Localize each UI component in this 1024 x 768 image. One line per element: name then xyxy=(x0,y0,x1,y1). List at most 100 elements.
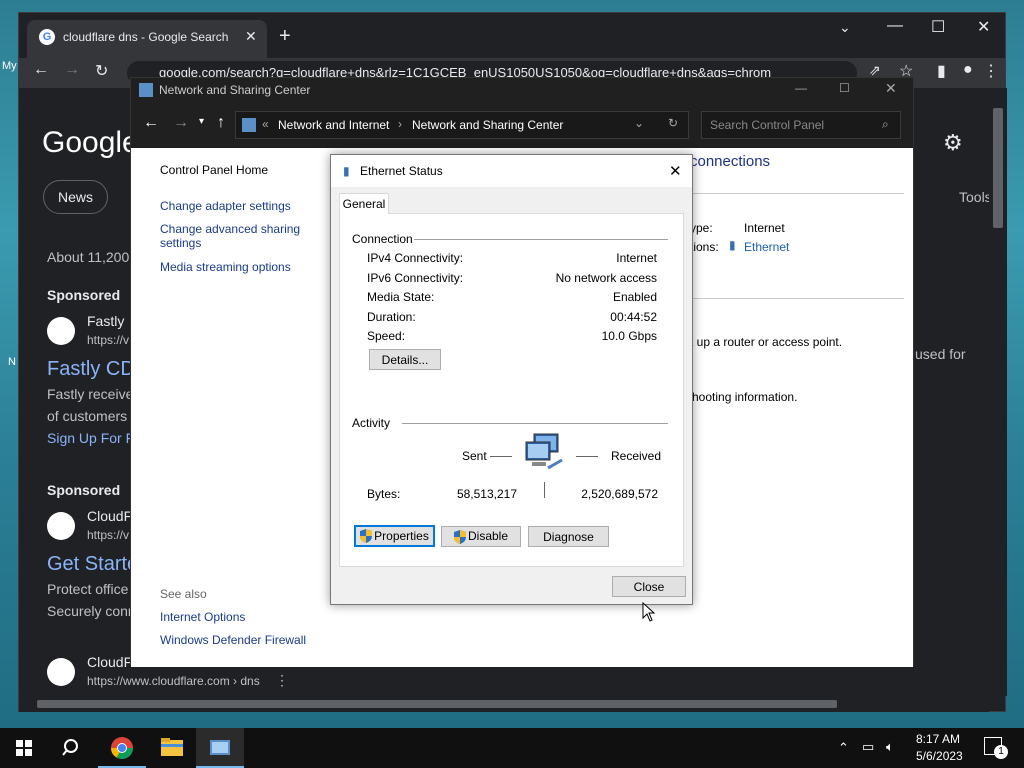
change-sharing-link[interactable]: Change advanced sharing settings xyxy=(160,222,320,250)
profile-icon[interactable]: ● xyxy=(963,61,973,79)
bytes-sent-value: 58,513,217 xyxy=(456,487,517,501)
activity-header: Activity xyxy=(352,416,391,430)
horizontal-scrollbar[interactable] xyxy=(19,696,989,712)
maximize-icon[interactable]: ☐ xyxy=(839,81,850,95)
minimize-icon[interactable]: — xyxy=(887,17,903,35)
internet-options-link[interactable]: Internet Options xyxy=(160,610,245,624)
file-explorer-icon[interactable] xyxy=(148,728,196,768)
clock-date[interactable]: 5/6/2023 xyxy=(916,749,963,763)
address-dropdown-icon[interactable]: ⌄ xyxy=(634,116,644,130)
close-icon[interactable]: ✕ xyxy=(885,80,897,97)
breadcrumb-overflow-icon[interactable]: « xyxy=(262,117,269,131)
back-icon[interactable]: ← xyxy=(143,114,159,132)
recent-locations-icon[interactable]: ▾ xyxy=(199,116,204,127)
clock-time[interactable]: 8:17 AM xyxy=(916,732,960,746)
change-adapter-link[interactable]: Change adapter settings xyxy=(160,199,291,213)
cp-search-box[interactable]: Search Control Panel ⌕ xyxy=(701,111,901,139)
details-button[interactable]: Details... xyxy=(369,349,441,370)
settings-gear-icon[interactable]: ⚙ xyxy=(943,130,963,156)
ethernet-icon: ▮ xyxy=(729,238,736,252)
tab-close-icon[interactable]: ✕ xyxy=(245,28,257,45)
ad-description: Fastly receive xyxy=(47,386,134,402)
vertical-scrollbar[interactable] xyxy=(989,88,1007,696)
new-tab-icon[interactable]: + xyxy=(279,25,291,48)
result-url[interactable]: https://www.cloudflare.com › dns xyxy=(87,674,260,688)
chip-news[interactable]: News xyxy=(43,180,109,214)
notification-badge: 1 xyxy=(994,745,1008,759)
ethernet-link[interactable]: Ethernet xyxy=(744,240,789,254)
disable-button[interactable]: Disable xyxy=(441,526,521,547)
sent-label: Sent xyxy=(462,449,487,463)
ad-url[interactable]: https://v xyxy=(87,528,129,542)
row-value: Enabled xyxy=(612,290,657,304)
connection-header: Connection xyxy=(352,232,413,246)
properties-button[interactable]: Properties xyxy=(354,525,435,547)
ad-title-link[interactable]: Fastly CD xyxy=(47,358,135,381)
minimize-icon[interactable]: — xyxy=(795,81,807,95)
cp-heading: connections xyxy=(690,153,771,170)
connections-label: tions: xyxy=(690,240,719,254)
setup-router-text[interactable]: t up a router or access point. xyxy=(690,335,842,349)
cp-address-bar[interactable]: « Network and Internet › Network and Sha… xyxy=(235,111,689,139)
cp-nav-bar: ← → ▾ ↑ « Network and Internet › Network… xyxy=(131,102,913,148)
breadcrumb-item[interactable]: Network and Sharing Center xyxy=(412,118,563,132)
menu-icon[interactable]: ⋮ xyxy=(983,61,999,81)
ethernet-status-dialog: ▮ Ethernet Status ✕ Connection IPv4 Conn… xyxy=(330,154,693,605)
row-label: Media State: xyxy=(367,290,435,304)
see-also-label: See also xyxy=(160,587,207,601)
disable-label: Disable xyxy=(467,529,509,544)
dialog-title: Ethernet Status xyxy=(360,164,443,178)
maximize-icon[interactable]: ☐ xyxy=(931,17,945,37)
show-hidden-icons-icon[interactable]: ⌃ xyxy=(838,740,849,756)
desktop-icon-label[interactable]: N xyxy=(8,356,16,368)
uac-shield-icon xyxy=(453,529,466,544)
search-placeholder: Search Control Panel xyxy=(710,118,825,132)
row-label: IPv4 Connectivity: xyxy=(367,251,464,265)
volume-icon[interactable]: 🔈︎ xyxy=(886,739,894,755)
up-icon[interactable]: ↑ xyxy=(217,114,225,132)
breadcrumb-item[interactable]: Network and Internet xyxy=(278,118,389,132)
ad-sitelink[interactable]: Sign Up For F xyxy=(47,430,134,446)
media-streaming-link[interactable]: Media streaming options xyxy=(160,260,291,274)
tab-search-icon[interactable]: ⌄ xyxy=(839,19,851,36)
side-panel-icon[interactable]: ▮ xyxy=(937,61,946,81)
forward-icon[interactable]: → xyxy=(64,61,80,79)
back-icon[interactable]: ← xyxy=(33,61,49,79)
refresh-icon[interactable]: ↻ xyxy=(668,116,678,130)
network-icon[interactable]: ▭ xyxy=(862,739,874,755)
firewall-link[interactable]: Windows Defender Firewall xyxy=(160,633,306,647)
forward-icon[interactable]: → xyxy=(173,114,189,132)
row-value: Internet xyxy=(616,251,657,265)
row-label: IPv6 Connectivity: xyxy=(367,271,464,285)
windows-logo-icon xyxy=(16,740,32,756)
chrome-taskbar-icon[interactable] xyxy=(98,728,146,768)
cp-title-bar: Network and Sharing Center — ☐ ✕ xyxy=(131,78,913,102)
sponsored-label: Sponsored xyxy=(47,482,121,498)
close-window-icon[interactable]: ✕ xyxy=(977,17,990,37)
control-panel-taskbar-icon[interactable] xyxy=(196,728,244,768)
ad-site-name: Fastly xyxy=(87,313,125,329)
more-options-icon[interactable]: ⋮ xyxy=(275,672,289,689)
results-count: About 11,200, xyxy=(47,249,134,265)
bytes-label: Bytes: xyxy=(367,487,401,501)
ad-description: of customers xyxy=(47,408,128,424)
browser-tab[interactable]: G cloudflare dns - Google Search ✕ xyxy=(27,20,267,58)
start-button[interactable] xyxy=(0,728,48,768)
close-icon[interactable]: ✕ xyxy=(669,162,682,180)
ad-title-link[interactable]: Get Starte xyxy=(47,553,138,576)
tab-title: cloudflare dns - Google Search xyxy=(63,30,229,44)
troubleshoot-text[interactable]: hooting information. xyxy=(692,390,797,404)
ad-url[interactable]: https://v xyxy=(87,333,129,347)
tools-button[interactable]: Tools xyxy=(959,189,989,205)
google-logo[interactable]: Google xyxy=(42,126,139,160)
cp-home-link[interactable]: Control Panel Home xyxy=(160,163,268,177)
search-icon[interactable] xyxy=(48,728,96,768)
diagnose-button[interactable]: Diagnose xyxy=(528,526,609,547)
access-type-value: Internet xyxy=(744,221,785,235)
tab-strip: G cloudflare dns - Google Search ✕ + ⌄ —… xyxy=(19,13,1005,58)
reload-icon[interactable]: ↻ xyxy=(95,61,108,81)
tab-general[interactable]: General xyxy=(339,193,389,214)
desktop-icon-label[interactable]: My xyxy=(2,60,17,72)
close-button[interactable]: Close xyxy=(612,576,686,597)
search-icon[interactable]: ⌕ xyxy=(882,117,889,132)
